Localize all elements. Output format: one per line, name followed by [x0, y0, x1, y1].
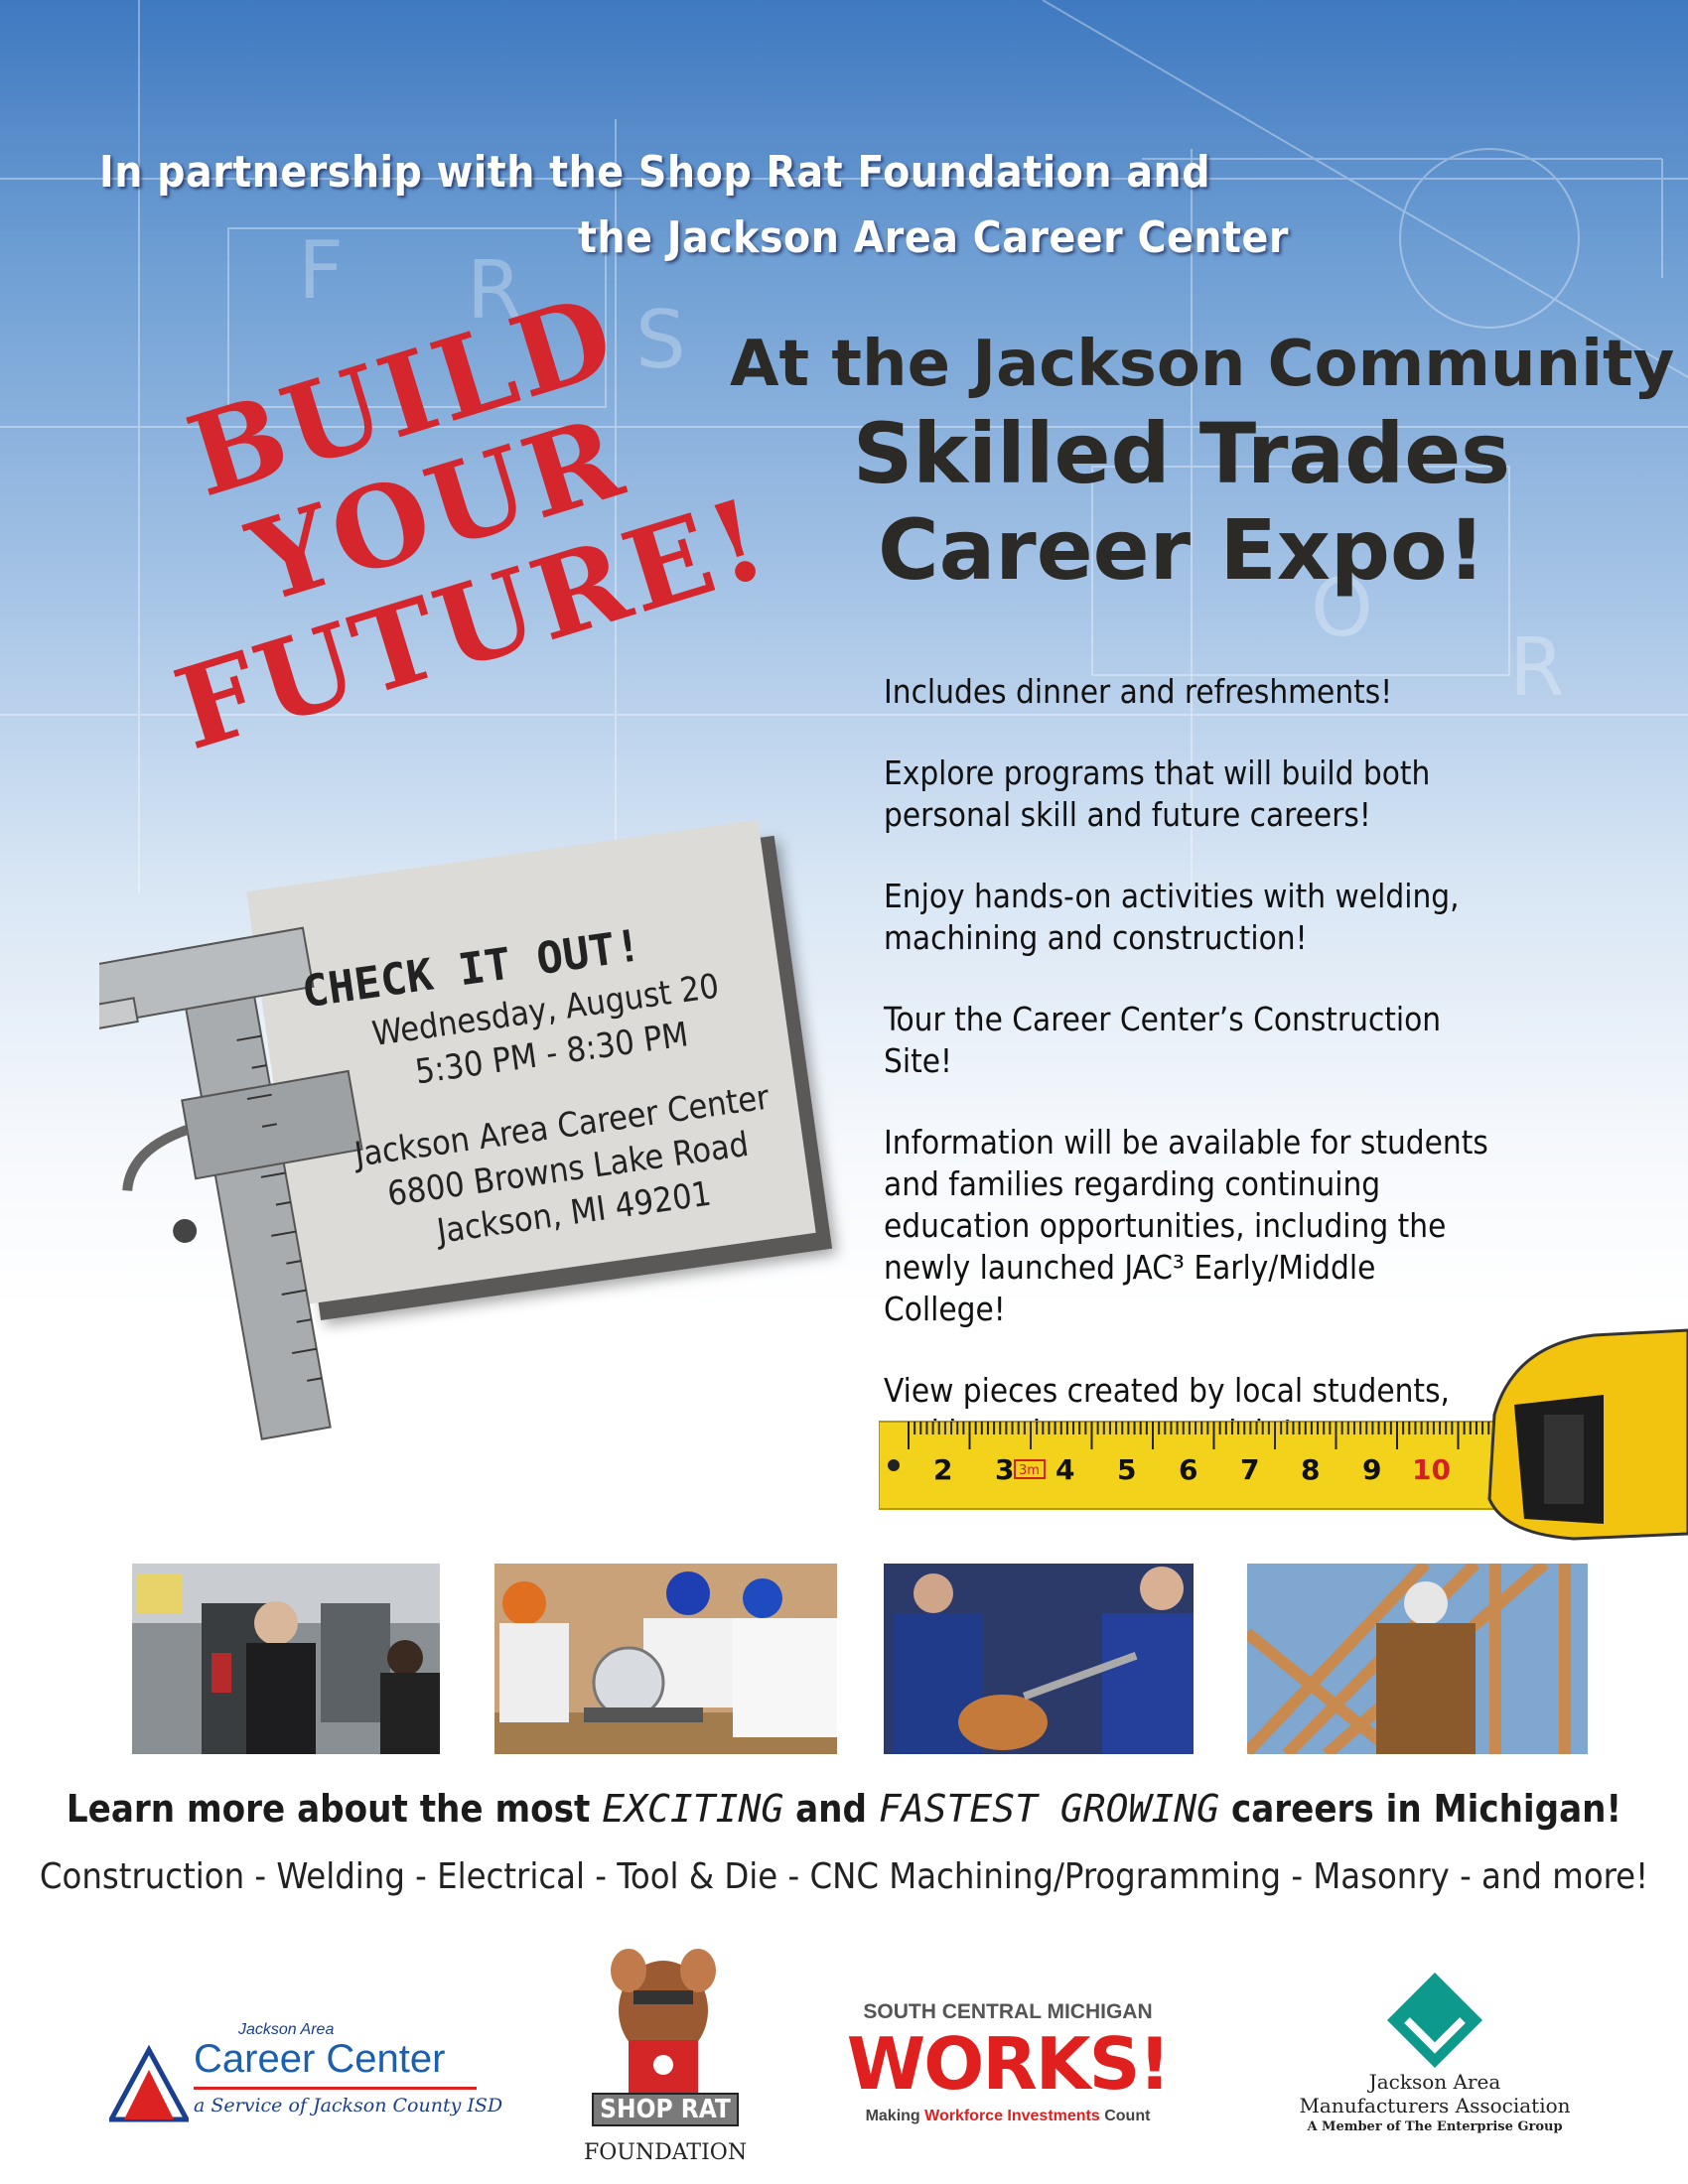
- svg-text:F: F: [298, 224, 344, 317]
- learn-and: and: [783, 1787, 879, 1831]
- works-region: SOUTH CENTRAL MICHIGAN: [863, 2000, 1153, 2023]
- expo-title-line-1: At the Jackson Community: [730, 328, 1675, 401]
- learn-fastest-growing: FASTEST GROWING: [878, 1787, 1220, 1831]
- partnership-line-1: In partnership with the Shop Rat Foundat…: [99, 147, 1211, 198]
- learn-more-banner: Learn more about the most EXCITING and F…: [0, 1787, 1688, 1831]
- expo-title-line-2: Skilled Trades: [852, 405, 1511, 502]
- career-center-name: Career Center: [194, 2037, 446, 2081]
- works-tagline: Making Workforce Investments Count: [865, 2108, 1151, 2124]
- career-center-logo: Jackson Area Career Center a Service of …: [109, 2015, 502, 2124]
- learn-text-end: careers in Michigan!: [1219, 1787, 1622, 1831]
- svg-text:R: R: [1509, 621, 1565, 714]
- expo-title-line-3: Career Expo!: [877, 501, 1486, 599]
- shop-rat-badge: SHOP RAT: [592, 2093, 739, 2126]
- jama-line-3: A Member of The Enterprise Group: [1307, 2119, 1563, 2134]
- learn-text-start: Learn more about the most: [66, 1787, 603, 1831]
- jama-logo: Jackson Area Manufacturers Association A…: [1291, 1971, 1579, 2139]
- works-wordmark: WORKS!: [846, 2022, 1172, 2106]
- trades-list: Construction - Welding - Electrical - To…: [39, 1856, 1649, 1897]
- michigan-works-logo: SOUTH CENTRAL MICHIGAN WORKS! Making Wor…: [829, 2000, 1187, 2129]
- tape-number: 7: [1240, 1453, 1259, 1486]
- career-center-triangle-icon: [109, 2045, 189, 2122]
- tape-number: 10: [1412, 1453, 1451, 1486]
- highlight-item: Explore programs that will build both pe…: [884, 753, 1431, 834]
- photo-machining-student: [132, 1564, 440, 1754]
- highlight-item: Tour the Career Center’s Construction Si…: [884, 1000, 1442, 1080]
- highlight-item: Enjoy hands-on activities with welding, …: [884, 877, 1460, 957]
- shop-rat-mascot-icon: [611, 1949, 716, 2095]
- career-center-tagline: a Service of Jackson County ISD: [194, 2095, 503, 2116]
- highlight-item: Information will be available for studen…: [884, 1123, 1488, 1328]
- photo-welding-student: [884, 1564, 1194, 1754]
- jama-line-2: Manufacturers Association: [1299, 2094, 1571, 2117]
- tape-number: 6: [1179, 1453, 1197, 1486]
- jama-diamond-icon: [1387, 1973, 1482, 2068]
- tape-marker-label: 3m: [1019, 1463, 1040, 1478]
- tape-number: 4: [1055, 1453, 1074, 1486]
- learn-exciting: EXCITING: [602, 1787, 784, 1831]
- shop-rat-logo: SHOP RAT FOUNDATION: [584, 1946, 748, 2174]
- tape-number: 2: [933, 1453, 952, 1486]
- tape-number: 5: [1117, 1453, 1136, 1486]
- shop-rat-foundation: FOUNDATION: [584, 2140, 748, 2165]
- photo-framing-construction: [1247, 1564, 1588, 1754]
- tape-measure-illustration: 3m 2 3 4 5 6 7 8 9 10: [879, 1328, 1688, 1541]
- jama-line-1: Jackson Area: [1368, 2070, 1501, 2094]
- highlight-item: Includes dinner and refreshments!: [884, 672, 1393, 711]
- tape-number: 3: [995, 1453, 1014, 1486]
- tape-number: 9: [1362, 1453, 1381, 1486]
- tape-number: 8: [1301, 1453, 1320, 1486]
- photo-construction-cutting: [494, 1564, 837, 1754]
